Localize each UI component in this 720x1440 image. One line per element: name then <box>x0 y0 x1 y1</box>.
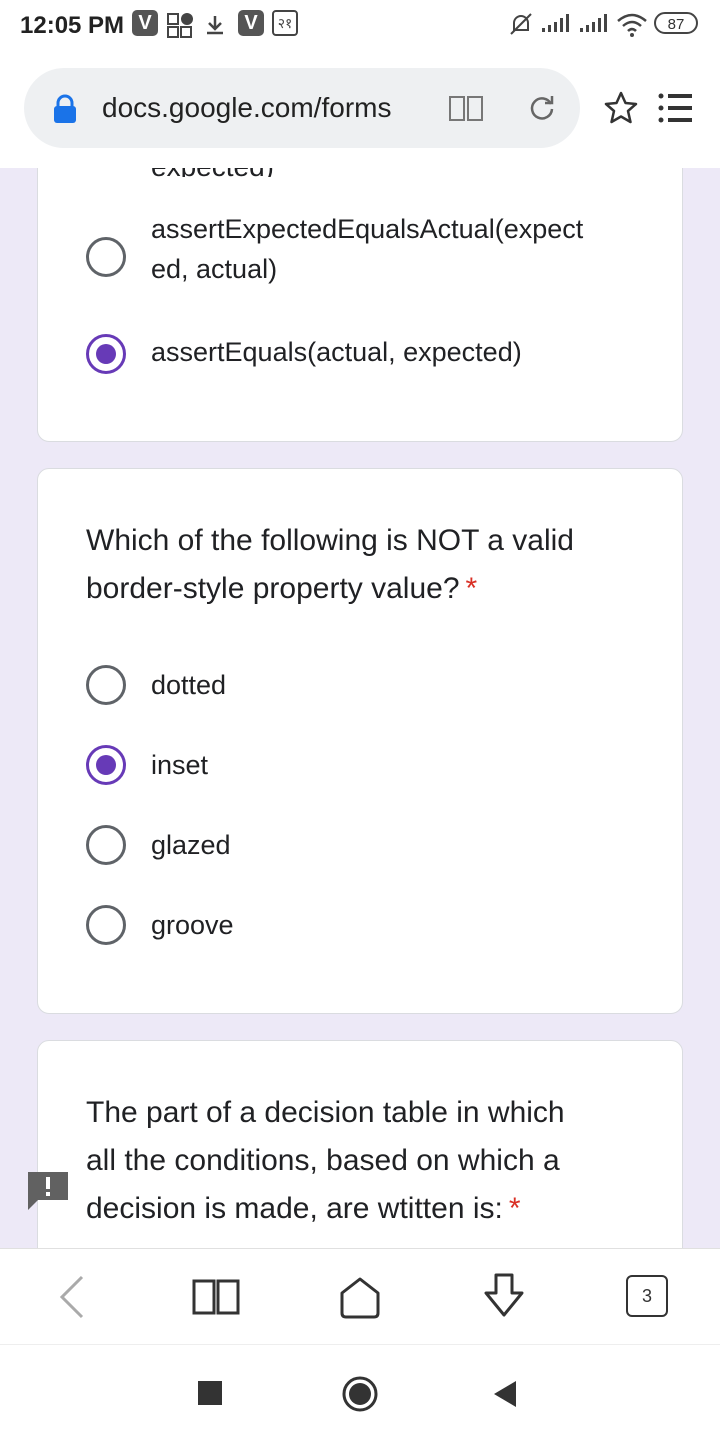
mute-bell-icon <box>510 13 532 35</box>
bookmark-star-icon[interactable] <box>603 90 639 126</box>
partial-option-label: expected) <box>151 168 274 177</box>
signal-icon-2 <box>580 14 607 32</box>
menu-icon[interactable] <box>658 92 694 124</box>
feedback-icon[interactable] <box>28 1172 68 1212</box>
back-triangle-icon[interactable] <box>492 1379 518 1409</box>
lock-icon <box>54 94 76 123</box>
required-asterisk: * <box>508 1192 521 1225</box>
option-label: assertExpectedEqualsActual(expect ed, ac… <box>151 214 584 284</box>
radio-button[interactable] <box>86 237 126 277</box>
question-card: expected) assertExpectedEqualsActual(exp… <box>37 168 683 442</box>
battery-icon: 87 <box>654 12 698 34</box>
back-arrow-icon[interactable] <box>56 1273 86 1321</box>
radio-button-checked[interactable] <box>86 745 126 785</box>
app-grid-icon <box>167 13 193 38</box>
vpn-badge-icon: V <box>132 10 158 36</box>
tab-switcher-button[interactable]: 3 <box>626 1275 668 1317</box>
address-bar[interactable]: docs.google.com/forms <box>24 68 580 148</box>
system-nav-bar <box>0 1344 720 1440</box>
download-status-icon <box>207 16 223 35</box>
question-title: Which of the following is NOT a valid bo… <box>86 524 574 605</box>
radio-button[interactable] <box>86 905 126 945</box>
option-label: groove <box>151 910 234 940</box>
url-text[interactable]: docs.google.com/forms <box>102 92 391 124</box>
option-label: inset <box>151 750 209 780</box>
home-circle-icon[interactable] <box>341 1375 379 1413</box>
reader-mode-icon[interactable] <box>448 93 484 123</box>
question-card: Which of the following is NOT a valid bo… <box>37 468 683 1014</box>
form-content: expected) assertExpectedEqualsActual(exp… <box>0 168 720 1248</box>
radio-button[interactable] <box>86 825 126 865</box>
signal-icon-1 <box>542 14 569 32</box>
question-card: The part of a decision table in which al… <box>37 1040 683 1248</box>
status-time: 12:05 PM <box>20 12 125 39</box>
browser-toolbar: docs.google.com/forms <box>0 50 720 168</box>
option-label: glazed <box>151 830 231 860</box>
home-icon[interactable] <box>336 1275 384 1319</box>
recents-square-icon[interactable] <box>198 1381 222 1405</box>
required-asterisk: * <box>465 572 478 605</box>
partial-option-clip: expected) <box>38 168 684 177</box>
reload-icon[interactable] <box>527 92 557 122</box>
status-bar: 12:05 PM V V २१ 87 <box>0 0 720 50</box>
downloads-icon[interactable] <box>480 1271 528 1321</box>
bookmarks-book-icon[interactable] <box>192 1277 240 1317</box>
question-title: The part of a decision table in which al… <box>86 1096 565 1225</box>
bottom-toolbar: 3 <box>0 1248 720 1344</box>
vpn-badge-icon-2: V <box>238 10 264 36</box>
option-label: assertEquals(actual, expected) <box>151 337 522 367</box>
notification-badge-icon: २१ <box>272 10 298 36</box>
option-label: dotted <box>151 670 227 700</box>
wifi-icon <box>617 13 647 37</box>
radio-button[interactable] <box>86 665 126 705</box>
radio-button-checked[interactable] <box>86 334 126 374</box>
